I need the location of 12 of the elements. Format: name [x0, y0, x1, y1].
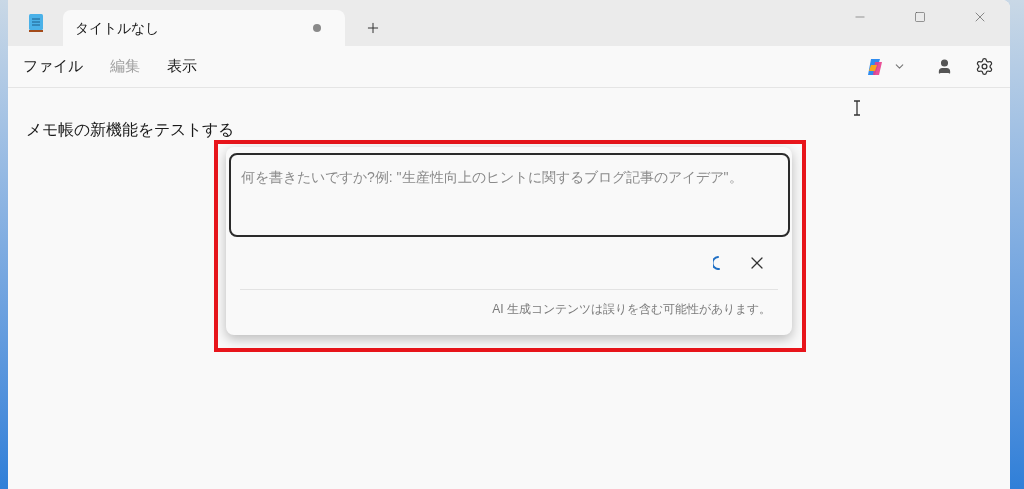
prompt-input-field[interactable]: 何を書きたいですか?例: "生産性向上のヒントに関するブログ記事のアイデア"。: [229, 153, 790, 237]
settings-icon: [974, 57, 994, 76]
menu-item[interactable]: 表示: [156, 50, 208, 83]
menu-item[interactable]: ファイル: [12, 50, 94, 83]
maximize-icon: [914, 11, 926, 23]
copilot-icon: [865, 56, 885, 77]
add-icon: [365, 20, 381, 36]
disclaimer-text: AI 生成コンテンツは誤りを含む可能性があります。: [492, 301, 771, 318]
notepad-icon: [27, 13, 44, 33]
document-tab[interactable]: タイトルなし: [63, 10, 345, 46]
text-cursor-icon: [853, 100, 861, 116]
document-text: メモ帳の新機能をテストする: [26, 121, 234, 138]
